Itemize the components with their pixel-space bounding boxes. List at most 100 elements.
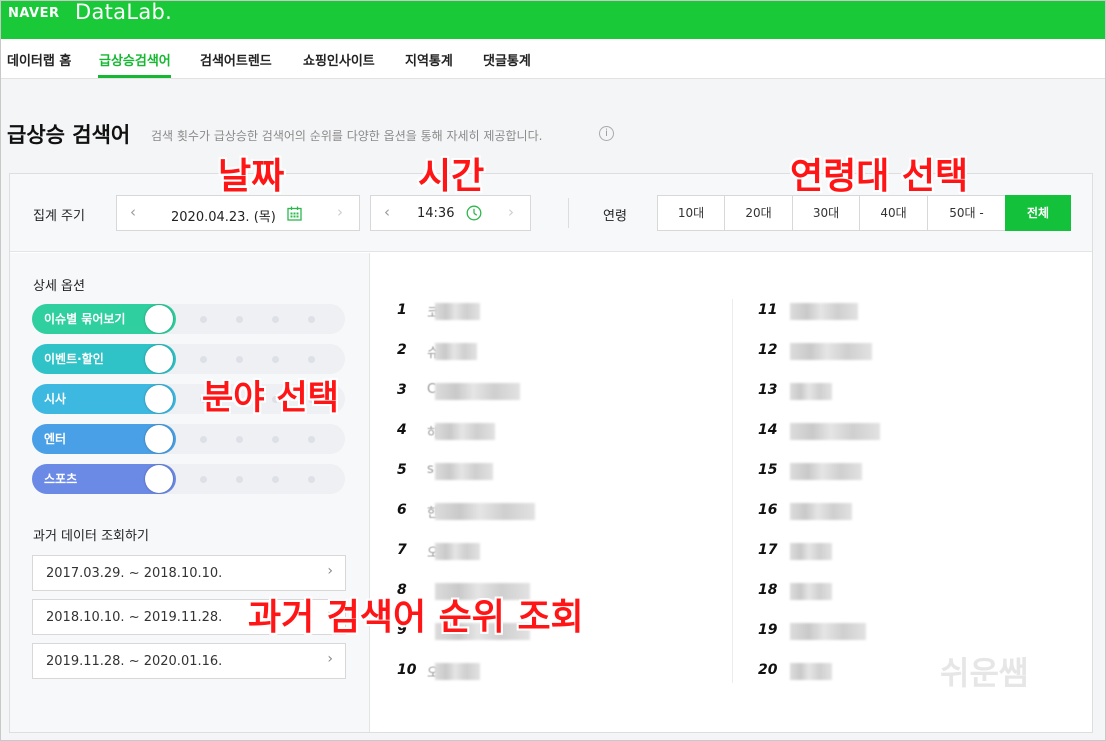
ranking-row[interactable]: 4하 xyxy=(397,422,597,444)
toggle-step-dot[interactable] xyxy=(308,436,315,443)
chevron-left-icon[interactable]: ‹ xyxy=(384,203,390,221)
toggle-pill[interactable]: 엔터 xyxy=(32,424,176,454)
toggle-knob[interactable] xyxy=(145,305,173,333)
ranking-row[interactable]: 18 xyxy=(758,582,958,604)
blurred-keyword[interactable] xyxy=(435,663,480,680)
blurred-keyword[interactable] xyxy=(435,303,480,320)
blurred-keyword[interactable] xyxy=(790,383,832,400)
blurred-keyword[interactable] xyxy=(435,463,493,480)
nav-item-regional-stats[interactable]: 지역통계 xyxy=(405,50,453,69)
blurred-keyword[interactable] xyxy=(790,623,866,640)
age-button-20s[interactable]: 20대 xyxy=(724,195,793,231)
toggle-step-dot[interactable] xyxy=(272,356,279,363)
past-range-item[interactable]: 2019.11.28. ~ 2020.01.16. › xyxy=(32,643,346,679)
toggle-pill[interactable]: 스포츠 xyxy=(32,464,176,494)
past-range-item[interactable]: 2017.03.29. ~ 2018.10.10. › xyxy=(32,555,346,591)
category-toggle[interactable]: 엔터 xyxy=(32,424,345,454)
blurred-keyword[interactable] xyxy=(790,303,858,320)
toggle-knob[interactable] xyxy=(145,425,173,453)
info-icon[interactable]: i xyxy=(599,126,614,141)
toggle-step-dot[interactable] xyxy=(236,476,243,483)
toggle-knob[interactable] xyxy=(145,345,173,373)
toggle-step-dot[interactable] xyxy=(272,436,279,443)
ranking-row[interactable]: 3C xyxy=(397,382,597,404)
blurred-keyword[interactable] xyxy=(790,343,872,360)
toggle-pill[interactable]: 이벤트·할인 xyxy=(32,344,176,374)
time-picker[interactable]: ‹ 14:36 › xyxy=(370,195,531,231)
rank-number: 17 xyxy=(758,542,778,558)
blurred-keyword[interactable] xyxy=(435,423,495,440)
nav-item-datalab-home[interactable]: 데이터랩 홈 xyxy=(7,50,71,69)
blurred-keyword[interactable] xyxy=(790,503,852,520)
age-button-30s[interactable]: 30대 xyxy=(792,195,860,231)
toggle-step-dot[interactable] xyxy=(236,436,243,443)
toggle-step-dot[interactable] xyxy=(308,356,315,363)
ranking-row[interactable]: 5s xyxy=(397,462,597,484)
toggle-step-dot[interactable] xyxy=(308,476,315,483)
age-label: 연령 xyxy=(603,209,627,224)
ranking-row[interactable]: 13 xyxy=(758,382,958,404)
category-toggle[interactable]: 스포츠 xyxy=(32,464,345,494)
ranking-row[interactable]: 1코 xyxy=(397,302,597,324)
toggle-step-dot[interactable] xyxy=(236,316,243,323)
toggle-knob[interactable] xyxy=(145,465,173,493)
toggle-step-dot[interactable] xyxy=(272,476,279,483)
nav-item-keyword-trend[interactable]: 검색어트렌드 xyxy=(200,50,272,69)
blurred-keyword[interactable] xyxy=(790,463,862,480)
ranking-row[interactable]: 10 오 xyxy=(397,662,597,684)
ranking-row[interactable]: 12 xyxy=(758,342,958,364)
ranking-row[interactable]: 20 xyxy=(758,662,958,684)
rank-number: 13 xyxy=(758,382,778,398)
ranking-row[interactable]: 7오 xyxy=(397,542,597,564)
toggle-step-dot[interactable] xyxy=(236,356,243,363)
naver-logo[interactable]: NAVER xyxy=(8,6,60,21)
ranking-row[interactable]: 19 xyxy=(758,622,958,644)
age-button-50s-plus[interactable]: 50대 - xyxy=(927,195,1006,231)
page-title: 급상승 검색어 xyxy=(7,123,131,147)
ranking-row[interactable]: 16 xyxy=(758,502,958,524)
ranking-row[interactable]: 15 xyxy=(758,462,958,484)
toggle-step-dot[interactable] xyxy=(200,436,207,443)
toggle-step-dot[interactable] xyxy=(272,316,279,323)
toggle-knob[interactable] xyxy=(145,385,173,413)
toggle-step-dot[interactable] xyxy=(200,356,207,363)
rank-number: 7 xyxy=(397,542,407,558)
datalab-logo[interactable]: DataLab. xyxy=(75,0,172,24)
chevron-right-icon[interactable]: › xyxy=(508,203,514,221)
blurred-keyword[interactable] xyxy=(790,583,832,600)
rank-number: 11 xyxy=(758,302,778,318)
rank-number: 12 xyxy=(758,342,778,358)
chevron-right-icon: › xyxy=(327,563,333,579)
ranking-row[interactable]: 11 xyxy=(758,302,958,324)
toggle-step-dot[interactable] xyxy=(308,316,315,323)
date-picker[interactable]: ‹ 2020.04.23. (목) › xyxy=(116,195,360,231)
nav-item-shopping-insight[interactable]: 쇼핑인사이트 xyxy=(303,50,375,69)
toggle-pill[interactable]: 시사 xyxy=(32,384,176,414)
toggle-step-dot[interactable] xyxy=(200,476,207,483)
age-button-40s[interactable]: 40대 xyxy=(859,195,928,231)
ranking-row[interactable]: 2슈 xyxy=(397,342,597,364)
past-range-text: 2019.11.28. ~ 2020.01.16. xyxy=(46,654,223,669)
ranking-row[interactable]: 14 xyxy=(758,422,958,444)
chevron-left-icon[interactable]: ‹ xyxy=(130,203,136,221)
blurred-keyword[interactable] xyxy=(435,343,477,360)
blurred-keyword[interactable] xyxy=(790,423,880,440)
chevron-right-icon[interactable]: › xyxy=(337,203,343,221)
blurred-keyword[interactable] xyxy=(435,383,520,400)
blurred-keyword[interactable] xyxy=(435,503,535,520)
toggle-pill[interactable]: 이슈별 묶어보기 xyxy=(32,304,176,334)
nav-item-comment-stats[interactable]: 댓글통계 xyxy=(483,50,531,69)
nav-item-rising-keywords[interactable]: 급상승검색어 xyxy=(99,50,171,69)
age-button-10s[interactable]: 10대 xyxy=(657,195,725,231)
age-button-all[interactable]: 전체 xyxy=(1005,195,1071,231)
toggle-step-dot[interactable] xyxy=(200,316,207,323)
category-toggle[interactable]: 이슈별 묶어보기 xyxy=(32,304,345,334)
annotation-date: 날짜 xyxy=(218,156,285,197)
ranking-row[interactable]: 6한 xyxy=(397,502,597,524)
ranking-row[interactable]: 17 xyxy=(758,542,958,564)
calendar-icon[interactable] xyxy=(287,206,302,225)
clock-icon[interactable] xyxy=(466,205,482,225)
blurred-keyword[interactable] xyxy=(790,543,832,560)
blurred-keyword[interactable] xyxy=(435,543,480,560)
blurred-keyword[interactable] xyxy=(790,663,832,680)
